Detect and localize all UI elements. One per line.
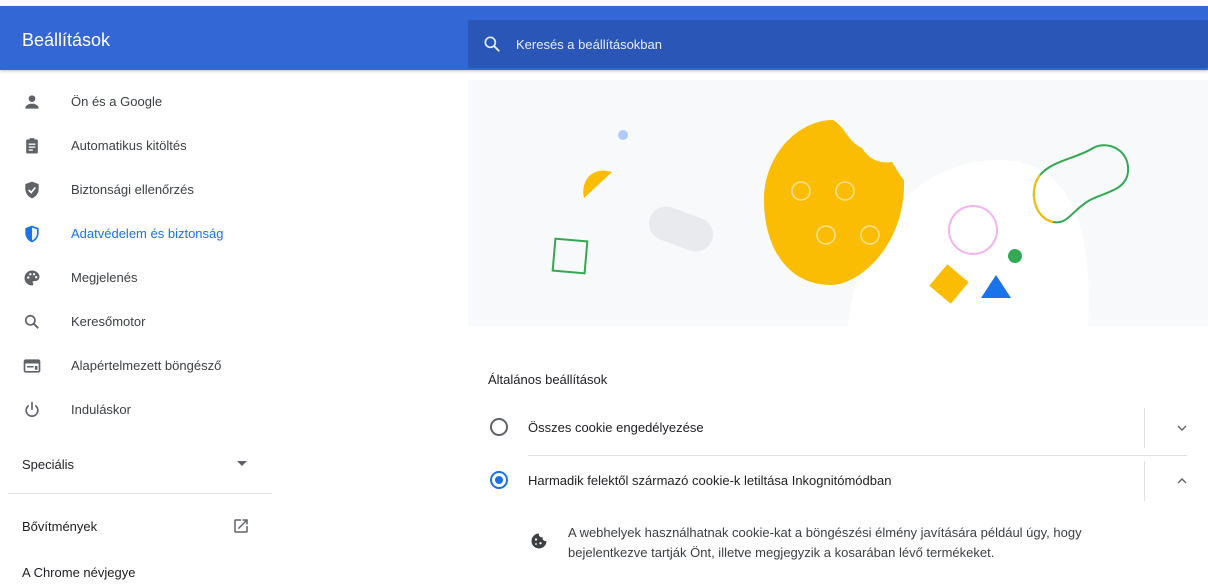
sidebar-item-label: Keresőmotor (71, 314, 146, 329)
extensions-label: Bővítmények (22, 519, 98, 534)
browser-icon (23, 359, 41, 373)
chevron-up-icon[interactable] (1174, 473, 1190, 489)
sidebar-item-autofill[interactable]: Automatikus kitöltés (0, 124, 460, 168)
toolbar: Beállítások (0, 6, 1208, 70)
sidebar-item-on-startup[interactable]: Induláskor (0, 388, 460, 432)
sidebar-item-label: Biztonsági ellenőrzés (71, 182, 194, 197)
radio-block-third-party-incognito[interactable] (490, 471, 508, 489)
search-box[interactable] (468, 20, 1208, 68)
advanced-label: Speciális (22, 457, 75, 472)
option-separator (1144, 461, 1145, 501)
shield-check-icon (25, 181, 39, 199)
header: Beállítások (0, 0, 1208, 80)
search-icon (484, 36, 500, 52)
option-description: A webhelyek használhatnak cookie-kat a b… (568, 523, 1168, 563)
page-title: Beállítások (22, 30, 111, 50)
power-icon (25, 401, 39, 417)
sidebar-item-label: Alapértelmezett böngésző (71, 358, 222, 373)
advanced-toggle[interactable]: Speciális (0, 444, 270, 484)
sidebar-item-search-engine[interactable]: Keresőmotor (0, 300, 460, 344)
radio-allow-all[interactable] (490, 418, 508, 436)
sidebar-item-safety-check[interactable]: Biztonsági ellenőrzés (0, 168, 460, 212)
option-label: Harmadik felektől származó cookie-k leti… (528, 473, 892, 488)
option-label: Összes cookie engedélyezése (528, 420, 704, 435)
clipboard-icon (26, 138, 38, 154)
sidebar-divider (8, 493, 272, 494)
sidebar-item-privacy[interactable]: Adatvédelem és biztonság (0, 212, 460, 256)
cookie-icon (531, 533, 547, 549)
cookie-illustration (468, 80, 1208, 326)
caret-down-icon (237, 461, 247, 466)
about-chrome-link[interactable]: A Chrome névjegye (0, 556, 270, 584)
open-in-new-icon (234, 519, 248, 533)
sidebar-item-label: Ön és a Google (71, 94, 163, 109)
section-title: Általános beállítások (488, 372, 608, 387)
option-separator (1144, 408, 1145, 448)
option-block-third-party-incognito[interactable]: Harmadik felektől származó cookie-k leti… (468, 455, 1208, 507)
sidebar-item-label: Adatvédelem és biztonság (71, 226, 224, 241)
sidebar-item-default-browser[interactable]: Alapértelmezett böngésző (0, 344, 460, 388)
palette-icon (24, 270, 40, 286)
sidebar-item-label: Automatikus kitöltés (71, 138, 187, 153)
option-allow-all-cookies[interactable]: Összes cookie engedélyezése (468, 402, 1208, 454)
search-icon (24, 314, 39, 329)
main-panel: Általános beállítások Összes cookie enge… (468, 80, 1208, 584)
cookie-illustration-art (551, 120, 1130, 326)
sidebar-item-label: Induláskor (71, 402, 131, 417)
sidebar-item-you-and-google[interactable]: Ön és a Google (0, 80, 460, 124)
shield-icon (25, 225, 39, 243)
person-icon (25, 95, 39, 109)
about-label: A Chrome névjegye (22, 565, 136, 580)
search-input[interactable] (516, 20, 1176, 68)
sidebar-item-appearance[interactable]: Megjelenés (0, 256, 460, 300)
description-line: A webhelyek használhatnak cookie-kat a b… (568, 525, 1082, 540)
sidebar-item-label: Megjelenés (71, 270, 138, 285)
extensions-link[interactable]: Bővítmények (0, 506, 270, 546)
sidebar: Ön és a Google Automatikus kitöltés Bizt… (0, 80, 460, 584)
description-line: bejelentkezve tartják Önt, illetve megje… (568, 545, 995, 560)
chevron-down-icon[interactable] (1174, 420, 1190, 436)
